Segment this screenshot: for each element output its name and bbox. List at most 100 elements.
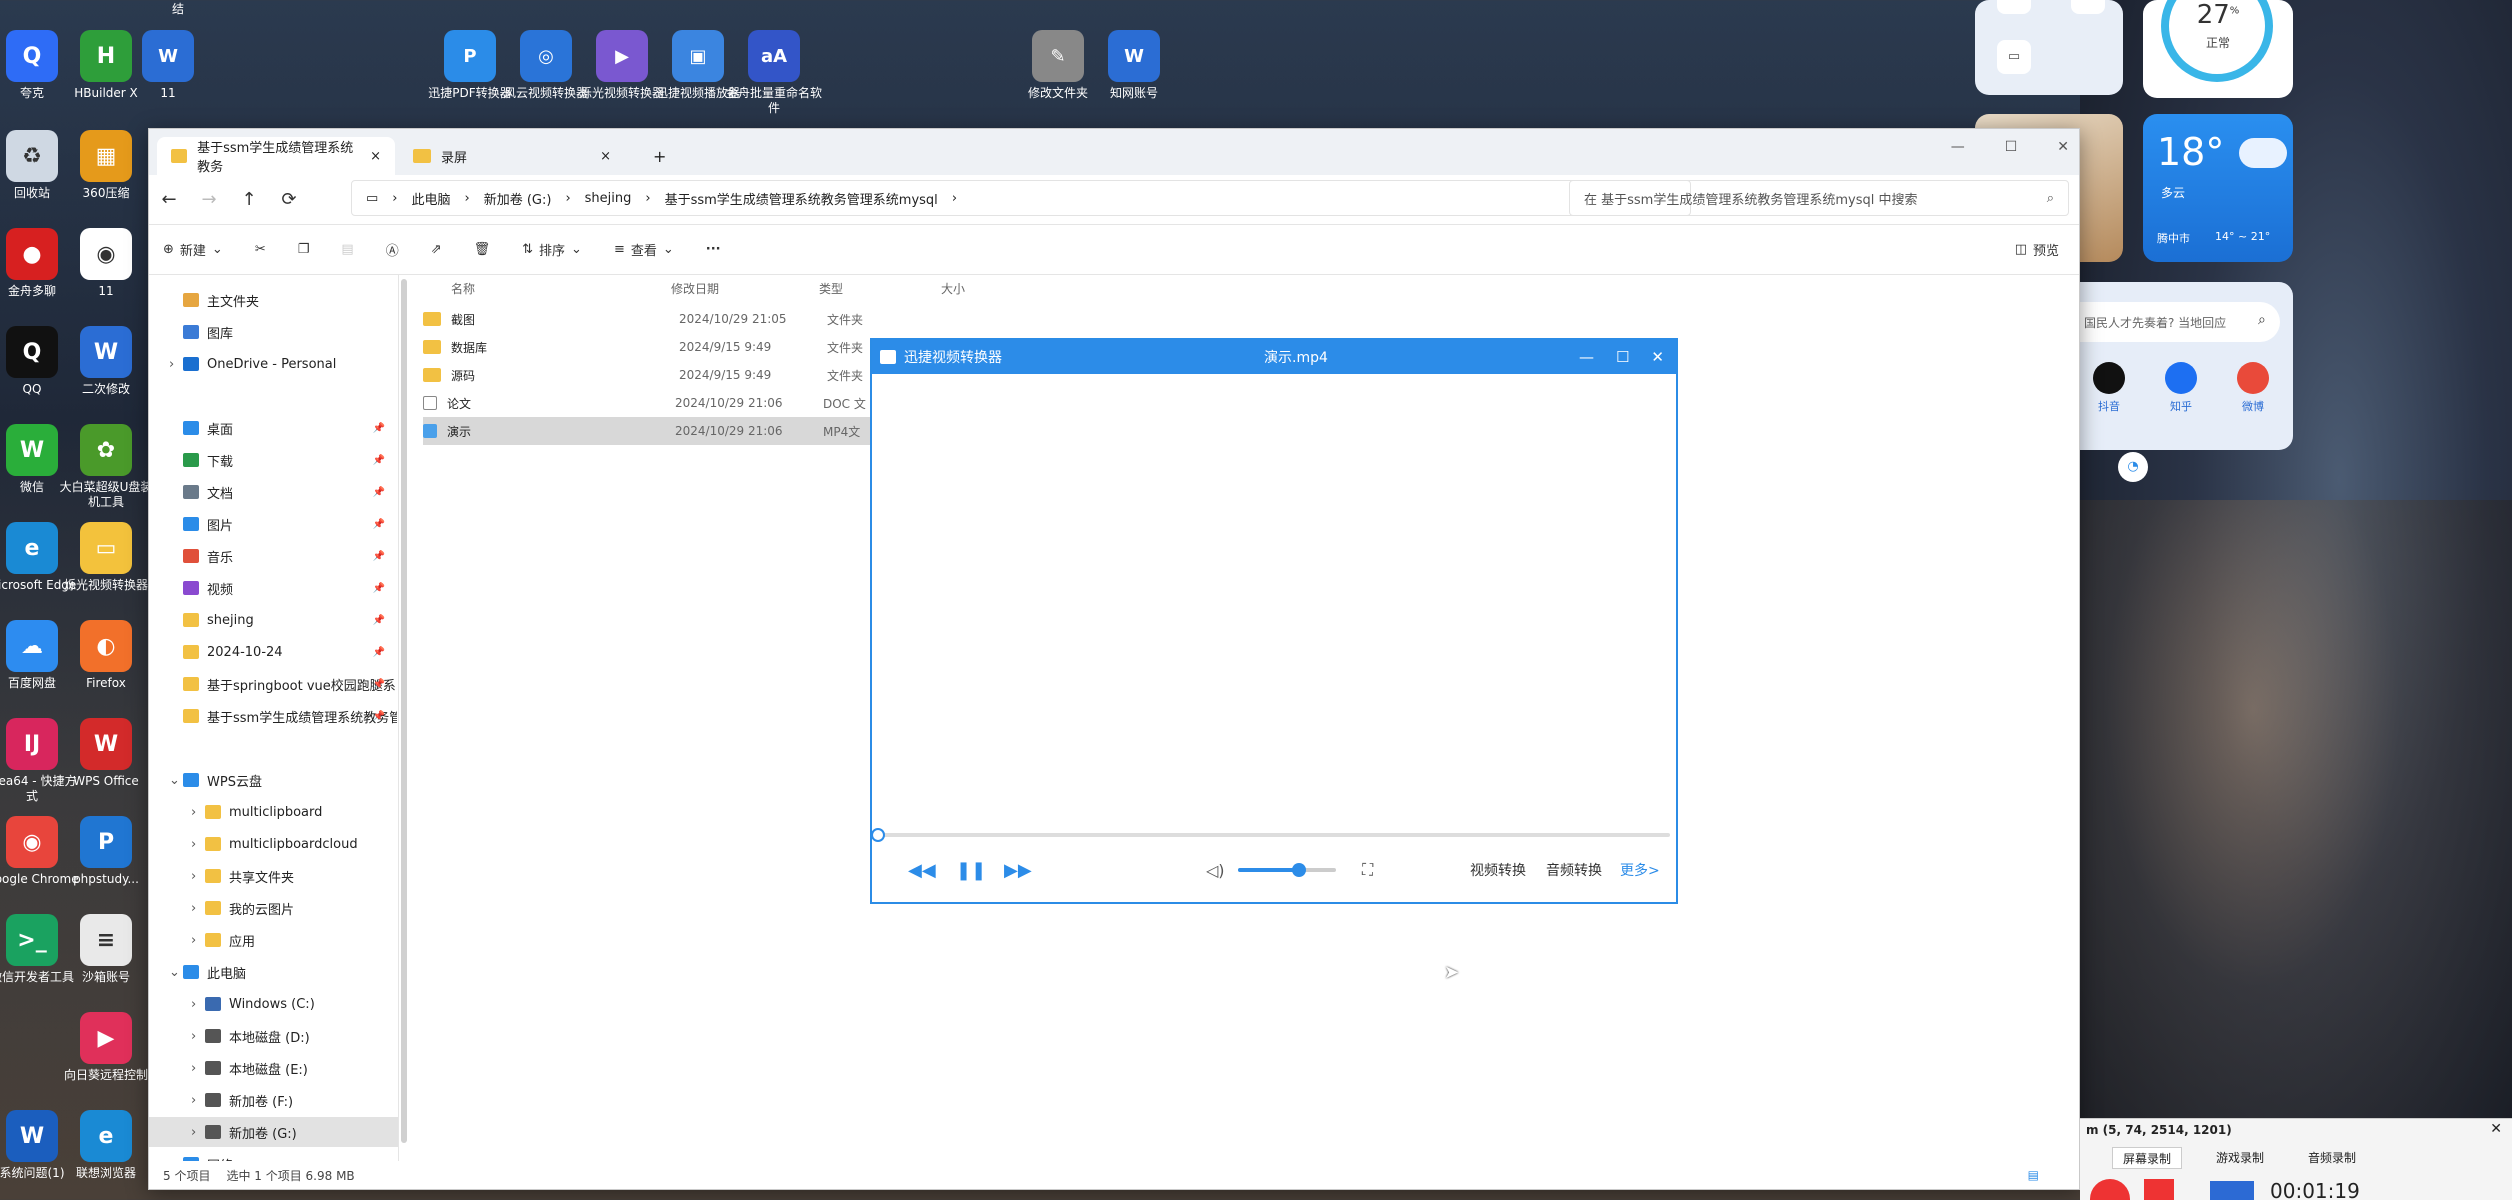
breadcrumb-item[interactable]: shejing: [585, 191, 632, 206]
search-input[interactable]: 在 基于ssm学生成绩管理系统教务管理系统mysql 中搜索 ⌕: [1569, 180, 2069, 216]
chevron-down-icon[interactable]: ⌄: [169, 965, 183, 980]
volume-icon[interactable]: ◁): [1206, 861, 1225, 880]
column-header-size[interactable]: 大小: [941, 275, 965, 301]
chevron-right-icon[interactable]: ›: [191, 1125, 205, 1140]
breadcrumb[interactable]: ▭ › 此电脑 › 新加卷 (G:) › shejing › 基于ssm学生成绩管理系统…: [351, 180, 1691, 216]
chevron-right-icon[interactable]: ›: [169, 357, 183, 372]
pin-icon[interactable]: 📌: [373, 455, 385, 466]
new-tab-button[interactable]: +: [639, 137, 680, 175]
record-button[interactable]: [2090, 1179, 2130, 1200]
desktop-icon[interactable]: ▶ 向日葵远程控制: [58, 1012, 154, 1083]
pin-icon[interactable]: 📌: [373, 647, 385, 658]
sidebar-item-item[interactable]: › 我的云图片: [149, 893, 398, 923]
fast-forward-icon[interactable]: ▶▶: [1004, 860, 1032, 881]
desktop-icon[interactable]: W WPS Office: [58, 718, 154, 789]
desktop-icon[interactable]: e 联想浏览器: [58, 1110, 154, 1181]
desktop-icon[interactable]: ✿ 大白菜超级U盘装机工具: [58, 424, 154, 510]
paste-icon[interactable]: ▤: [341, 242, 353, 257]
quick-link[interactable]: 抖音: [2084, 362, 2134, 414]
chevron-right-icon[interactable]: ›: [191, 901, 205, 916]
minimize-button[interactable]: —: [1579, 348, 1594, 366]
desktop-icon[interactable]: W 二次修改: [58, 326, 154, 397]
video-convert-button[interactable]: 视频转换: [1470, 860, 1526, 880]
close-icon[interactable]: ✕: [2490, 1121, 2502, 1137]
column-header-type[interactable]: 类型: [819, 275, 843, 301]
back-button[interactable]: ←: [149, 189, 189, 210]
volume-handle[interactable]: [1291, 863, 1306, 877]
sidebar-item-windows-c[interactable]: › Windows (C:): [149, 989, 398, 1019]
recorder-tab[interactable]: 音频录制: [2298, 1147, 2366, 1169]
volume-slider[interactable]: [1238, 863, 1336, 877]
maximize-button[interactable]: ☐: [1616, 348, 1629, 366]
pin-icon[interactable]: 📌: [373, 583, 385, 594]
pause-icon[interactable]: ❚❚: [956, 860, 986, 881]
desktop-icon[interactable]: Pphpstudy...: [58, 816, 154, 887]
rename-icon[interactable]: Ⓐ: [386, 240, 399, 259]
recorder-tab[interactable]: 屏幕录制: [2112, 1147, 2183, 1169]
view-button[interactable]: ≡ 查看 ⌄: [614, 240, 674, 259]
widget-search[interactable]: 国民人才先奏着? 当地回应 ⌕ 抖音 知乎 微博: [2080, 282, 2293, 450]
chevron-right-icon[interactable]: ›: [191, 837, 205, 852]
chevron-right-icon[interactable]: ›: [191, 805, 205, 820]
recorder-tab[interactable]: 游戏录制: [2206, 1147, 2274, 1169]
quick-link[interactable]: 知乎: [2156, 362, 2206, 414]
preview-button[interactable]: ◫ 预览: [2015, 240, 2059, 259]
desktop-icon[interactable]: ◉ 11: [58, 228, 154, 299]
sidebar-item-item[interactable]: 图片 📌: [149, 509, 398, 539]
sidebar-item-ssm[interactable]: 基于ssm学生成绩管理系统教务管 📌: [149, 701, 398, 731]
search-icon[interactable]: ⌕: [2258, 312, 2266, 328]
column-header-name[interactable]: 名称: [451, 275, 475, 301]
monitor-icon[interactable]: [2210, 1181, 2254, 1200]
sidebar-item-item[interactable]: 图库: [149, 317, 398, 347]
column-header-date[interactable]: 修改日期: [671, 275, 719, 301]
tab-recordings[interactable]: 录屏 ×: [399, 137, 625, 175]
forward-button[interactable]: →: [189, 189, 229, 210]
desktop-icon[interactable]: aA 金舟批量重命名软件: [726, 30, 822, 116]
video-canvas[interactable]: [872, 374, 1676, 824]
fullscreen-icon[interactable]: ⛶: [1362, 860, 1373, 880]
close-button[interactable]: ✕: [1651, 348, 1664, 366]
sidebar-item-item[interactable]: 文档 📌: [149, 477, 398, 507]
sidebar-item-item[interactable]: 视频 📌: [149, 573, 398, 603]
widget-memory[interactable]: 27% 正常: [2143, 0, 2293, 98]
rewind-icon[interactable]: ◀◀: [908, 860, 936, 881]
refresh-button[interactable]: ⟳: [269, 189, 309, 210]
more-button[interactable]: ···: [706, 242, 721, 257]
close-icon[interactable]: ×: [370, 149, 381, 164]
desktop-icon[interactable]: ≡ 沙箱账号: [58, 914, 154, 985]
delete-icon[interactable]: 🗑: [474, 242, 491, 257]
breadcrumb-item[interactable]: 基于ssm学生成绩管理系统教务管理系统mysql: [665, 189, 938, 208]
breadcrumb-item[interactable]: 此电脑: [412, 189, 451, 208]
file-row[interactable]: 演示 2024/10/29 21:06 MP4文: [423, 417, 893, 445]
sidebar-item-item[interactable]: ⌄ 此电脑: [149, 957, 398, 987]
copy-icon[interactable]: ❐: [298, 242, 310, 257]
pin-icon[interactable]: 📌: [373, 615, 385, 626]
widget-quick-actions[interactable]: ▭: [1975, 0, 2123, 95]
pin-icon[interactable]: 📌: [373, 423, 385, 434]
desktop-icon[interactable]: W 11: [120, 30, 216, 101]
up-button[interactable]: ↑: [229, 189, 269, 210]
maximize-button[interactable]: ☐: [2005, 139, 2018, 155]
camera-icon[interactable]: ▭: [1997, 40, 2031, 74]
pin-icon[interactable]: 📌: [373, 551, 385, 562]
sidebar-item-g[interactable]: › 新加卷 (G:): [149, 1117, 398, 1147]
desktop-icon[interactable]: ◐ Firefox: [58, 620, 154, 691]
widget-button[interactable]: [1997, 0, 2031, 14]
sidebar-item-wps[interactable]: ⌄ WPS云盘: [149, 765, 398, 795]
sidebar-item-2024-10-24[interactable]: 2024-10-24 📌: [149, 637, 398, 667]
sidebar-scrollbar[interactable]: [401, 279, 407, 1143]
tab-current[interactable]: 基于ssm学生成绩管理系统教务 ×: [157, 137, 395, 175]
desktop-icon[interactable]: ▦ 360压缩: [58, 130, 154, 201]
chevron-down-icon[interactable]: ⌄: [169, 773, 183, 788]
chevron-right-icon[interactable]: ›: [191, 1061, 205, 1076]
chevron-right-icon[interactable]: ›: [191, 869, 205, 884]
pin-icon[interactable]: 📌: [373, 711, 385, 722]
widget-weather[interactable]: 18° 多云 腾中市 14° ~ 21°: [2143, 114, 2293, 262]
sidebar-item-item[interactable]: 音乐 📌: [149, 541, 398, 571]
sort-button[interactable]: ⇅ 排序 ⌄: [522, 240, 582, 259]
desktop-icon[interactable]: W 知网账号: [1086, 30, 1182, 101]
quick-link[interactable]: 微博: [2228, 362, 2278, 414]
close-window-button[interactable]: ✕: [2057, 139, 2069, 155]
widget-button[interactable]: [2071, 0, 2105, 14]
file-row[interactable]: 截图 2024/10/29 21:05 文件夹: [423, 305, 893, 333]
